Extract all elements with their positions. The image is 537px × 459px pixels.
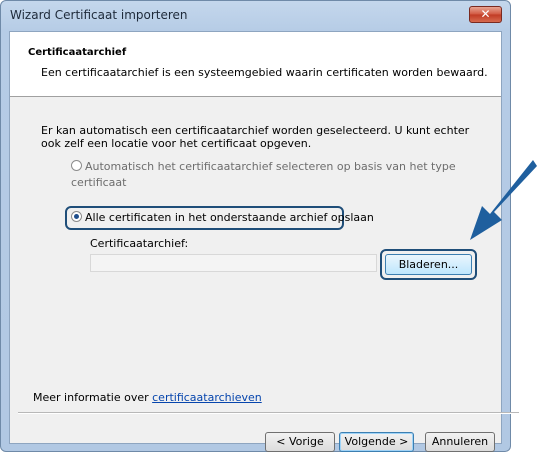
more-info-link[interactable]: certificaatarchieven bbox=[152, 391, 262, 404]
more-info: Meer informatie over certificaatarchieve… bbox=[33, 391, 262, 404]
wizard-header: Certificaatarchief Een certificaatarchie… bbox=[10, 32, 501, 97]
footer-separator bbox=[18, 412, 519, 414]
header-title: Certificaatarchief bbox=[28, 47, 127, 58]
next-button[interactable]: Volgende > bbox=[339, 432, 414, 452]
store-field[interactable] bbox=[90, 254, 377, 272]
radio-manual-indicator[interactable] bbox=[71, 211, 82, 222]
intro-text: Er kan automatisch een certificaatarchie… bbox=[41, 124, 470, 150]
header-description: Een certificaatarchief is een systeemgeb… bbox=[41, 66, 488, 79]
title-bar: Wizard Certificaat importeren ✕ bbox=[1, 1, 510, 31]
arrow-pointer-icon bbox=[470, 160, 537, 240]
window-title: Wizard Certificaat importeren bbox=[10, 8, 188, 22]
radio-auto-indicator[interactable] bbox=[71, 160, 82, 171]
radio-manual-label: Alle certificaten in het onderstaande ar… bbox=[85, 211, 374, 224]
store-label: Certificaatarchief: bbox=[90, 237, 189, 250]
wizard-window: Wizard Certificaat importeren ✕ Certific… bbox=[0, 0, 511, 452]
back-button[interactable]: < Vorige bbox=[265, 432, 335, 452]
browse-button[interactable]: Bladeren... bbox=[385, 254, 472, 275]
close-button[interactable]: ✕ bbox=[469, 6, 502, 23]
radio-auto-label: Automatisch het certificaatarchief selec… bbox=[71, 160, 456, 189]
more-info-prefix: Meer informatie over bbox=[33, 391, 153, 404]
radio-auto-select[interactable]: Automatisch het certificaatarchief selec… bbox=[71, 159, 501, 189]
wizard-content: Certificaatarchief Een certificaatarchie… bbox=[9, 31, 502, 444]
close-icon: ✕ bbox=[480, 7, 491, 21]
cancel-button[interactable]: Annuleren bbox=[425, 432, 495, 452]
radio-manual-store[interactable]: Alle certificaten in het onderstaande ar… bbox=[71, 210, 374, 226]
